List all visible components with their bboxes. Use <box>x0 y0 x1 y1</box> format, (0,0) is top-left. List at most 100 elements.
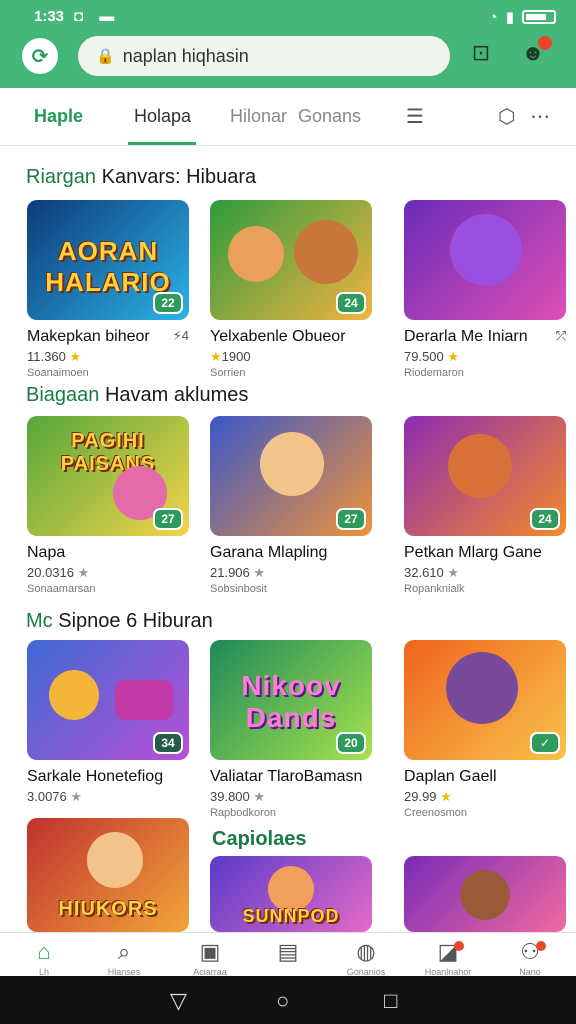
nav-library[interactable]: ◪ Hoanlnahor <box>418 939 478 977</box>
section-title: Riargan Kanvars: Hibuara <box>26 166 257 188</box>
character-art <box>228 226 284 282</box>
wifi-icon: ◔ <box>488 8 498 26</box>
back-icon[interactable]: ▽ <box>170 988 187 1014</box>
car-art <box>115 680 173 720</box>
game-rating: 1900 <box>221 349 251 364</box>
tab-hilonar[interactable]: Hilonar <box>230 106 287 127</box>
game-thumbnail: SUNNPOD <box>210 856 372 932</box>
game-card[interactable]: SUNNPOD <box>210 856 372 932</box>
game-thumbnail: 24 <box>210 200 372 320</box>
game-title: Valiatar TlaroBamasn <box>210 768 363 785</box>
search-input[interactable] <box>122 45 423 67</box>
game-title: Yelxabenle Obueor <box>210 328 346 345</box>
status-right: ◔ ▮ <box>489 8 556 26</box>
star-icon: ★ <box>253 565 266 580</box>
active-tab-indicator <box>128 142 196 145</box>
game-rating: 21.906 <box>210 565 250 580</box>
nav-games[interactable]: ◍ Gonanios <box>336 939 396 977</box>
home-circle-icon[interactable]: ○ <box>276 988 289 1014</box>
game-thumbnail: HIUKORS <box>27 818 189 932</box>
nav-apps[interactable]: ▣ Aciarraa <box>180 939 240 977</box>
refresh-icon[interactable]: ⟳ <box>22 38 58 74</box>
game-subtitle: Rapbodkoron <box>210 807 277 819</box>
profile-icon[interactable]: ☻ <box>520 36 552 68</box>
game-rating: 79.500 <box>404 349 444 364</box>
game-subtitle: Soanaimoen <box>27 367 89 379</box>
section-title: Capiolaes <box>212 828 307 850</box>
game-card[interactable]: 24 Yelxabenle Obueor ★1900 Sorrien <box>210 200 372 379</box>
notification-dot <box>454 941 464 951</box>
game-rating: 3.0076 <box>27 789 67 804</box>
game-subtitle: Sobsinbosit <box>210 583 267 595</box>
more-icon[interactable]: ⋯ <box>530 104 550 129</box>
bottom-navigation: ⌂ Lh ⌕ Hlanses ▣ Aciarraa ▤ ◍ Gonanios ◪ Hoan… <box>0 932 576 977</box>
game-rating: 20.0316 <box>27 565 74 580</box>
game-card[interactable]: PAGIHI PAISANS 27 Napa 20.0316 ★ Sonaama… <box>27 416 189 595</box>
rating-badge: 27 <box>153 508 183 530</box>
character-art <box>450 214 522 286</box>
game-rating: 29.99 <box>404 789 437 804</box>
game-subtitle: Riodemaron <box>404 367 464 379</box>
tab-switcher-icon[interactable]: ⊡ <box>468 40 494 68</box>
game-thumbnail: PAGIHI PAISANS 27 <box>27 416 189 536</box>
character-art <box>448 434 512 498</box>
section-title: Biagaan Havam aklumes <box>26 384 249 406</box>
status-icons: ◘ ▬ <box>74 8 121 25</box>
game-thumbnail: AORAN HALARIO 22 <box>27 200 189 320</box>
nav-profile[interactable]: ⚇ Nano <box>500 939 560 977</box>
notification-dot <box>538 36 552 50</box>
game-rating: 32.610 <box>404 565 444 580</box>
tab-haple[interactable]: Haple <box>34 106 83 127</box>
status-time: 1:33 <box>34 8 65 25</box>
game-card[interactable]: HIUKORS <box>27 818 189 932</box>
game-thumbnail <box>404 200 566 320</box>
app-bar: 1:33 ◘ ▬ ◔ ▮ ⟳ 🔒 ⊡ ☻ <box>0 0 576 88</box>
character-art <box>294 220 358 284</box>
notification-dot <box>536 941 546 951</box>
star-icon: ★ <box>447 349 460 364</box>
rating-badge: 22 <box>153 292 183 314</box>
search-bar[interactable]: 🔒 <box>78 36 450 76</box>
character-art <box>446 652 518 724</box>
nav-list[interactable]: ▤ <box>258 939 318 967</box>
game-thumbnail: 27 <box>210 416 372 536</box>
game-title: Daplan Gaell <box>404 768 497 785</box>
game-subtitle: Ropanknialk <box>404 583 465 595</box>
share-icon[interactable]: ⤱ <box>556 328 566 344</box>
game-title: Garana Mlapling <box>210 544 328 561</box>
star-icon: ★ <box>447 565 460 580</box>
apps-icon: ▣ <box>199 939 221 964</box>
game-card[interactable]: 27 Garana Mlapling 21.906 ★ Sobsinbosit <box>210 416 372 595</box>
game-card[interactable]: Nikoov Dands 20 Valiatar TlaroBamasn 39.… <box>210 640 372 819</box>
lock-icon: 🔒 <box>96 48 115 65</box>
rating-badge: 34 <box>153 732 183 754</box>
rating-badge: 27 <box>336 508 366 530</box>
tab-gonans[interactable]: Gonans <box>298 106 361 127</box>
share-icon[interactable]: ⚡4 <box>173 328 189 344</box>
game-card[interactable]: ✓ Daplan Gaell 29.99 ★ Creenosmon <box>404 640 566 819</box>
star-icon: ★ <box>70 789 83 804</box>
system-navigation-bar: ▽ ○ □ <box>0 976 576 1024</box>
list-icon[interactable]: ☰ <box>406 104 424 129</box>
nav-home[interactable]: ⌂ Lh <box>14 939 74 977</box>
game-thumbnail: 24 <box>404 416 566 536</box>
game-title: Petkan Mlarg Gane <box>404 544 542 561</box>
list-icon: ▤ <box>277 939 299 964</box>
game-card[interactable]: AORAN HALARIO 22 Makepkan biheor ⚡4 11.36… <box>27 200 189 379</box>
section-title: Mc Sipnoe 6 Hiburan <box>26 610 213 632</box>
nav-search[interactable]: ⌕ Hlanses <box>94 939 154 977</box>
status-bar: 1:33 ◘ ▬ ◔ ▮ <box>0 0 576 32</box>
battery-icon <box>522 10 556 24</box>
game-title: Makepkan biheor <box>27 328 150 345</box>
game-subtitle: Sorrien <box>210 367 246 379</box>
tab-holapa[interactable]: Holapa <box>134 106 191 127</box>
game-card[interactable]: Derarla Me Iniarn ⤱ 79.500 ★ Riodemaron <box>404 200 566 379</box>
game-card[interactable]: 24 Petkan Mlarg Gane 32.610 ★ Ropanknial… <box>404 416 566 595</box>
home-icon: ⌂ <box>37 939 51 964</box>
game-card[interactable] <box>404 856 566 932</box>
rating-badge: 24 <box>336 292 366 314</box>
character-art <box>460 870 510 920</box>
tag-icon[interactable]: ⬡ <box>498 104 515 129</box>
recents-icon[interactable]: □ <box>384 988 397 1014</box>
game-card[interactable]: 34 Sarkale Honetefiog 3.0076 ★ <box>27 640 189 805</box>
